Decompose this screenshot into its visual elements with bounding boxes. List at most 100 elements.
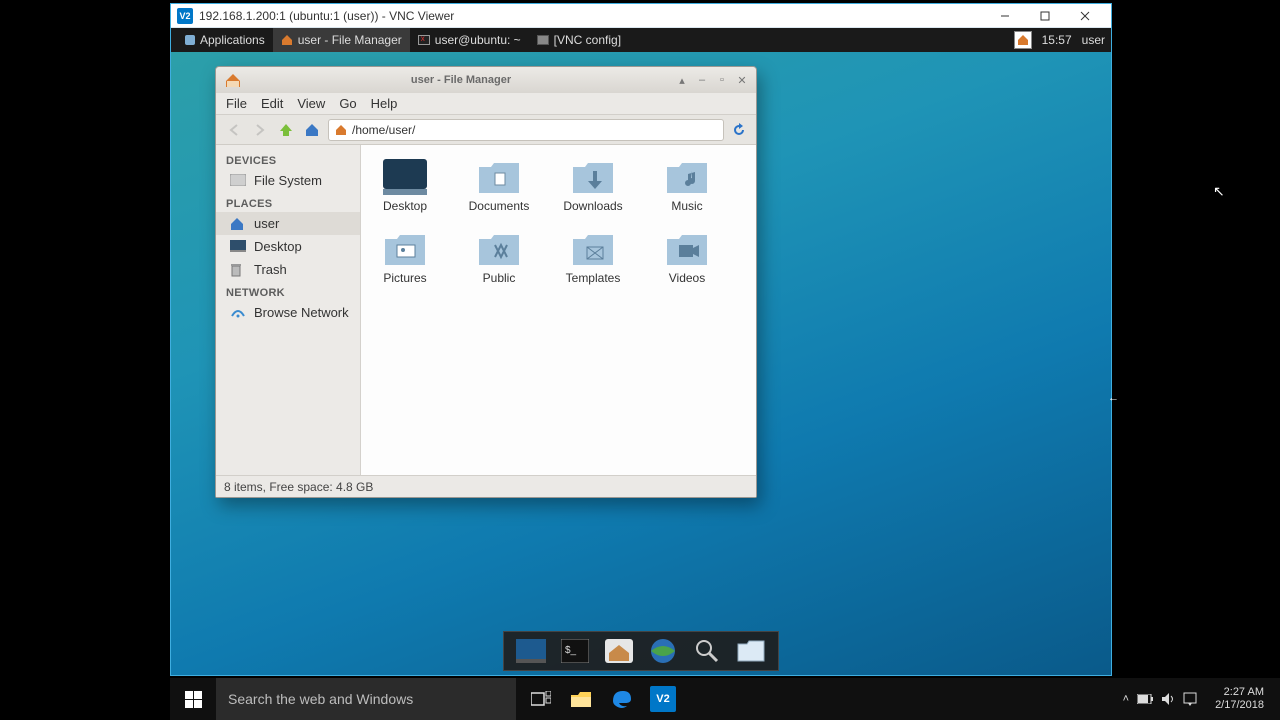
- taskbar-item-terminal[interactable]: user@ubuntu: ~: [410, 28, 529, 52]
- tray-chevron-icon[interactable]: ˄: [1123, 693, 1129, 705]
- taskbar-item-vncconfig[interactable]: [VNC config]: [529, 28, 629, 52]
- sidebar-item-label: File System: [254, 173, 322, 188]
- taskbar-item-label: user - File Manager: [298, 33, 402, 47]
- windows-taskbar: Search the web and Windows V2 ˄ 2:27 AM …: [170, 678, 1280, 720]
- up-button[interactable]: [276, 120, 296, 140]
- sidebar-heading-devices: DEVICES: [216, 149, 360, 169]
- maximize-button[interactable]: [1025, 5, 1065, 27]
- folder-public[interactable]: Public: [465, 231, 533, 285]
- notifications-icon[interactable]: [1183, 692, 1197, 706]
- search-box[interactable]: Search the web and Windows: [216, 678, 516, 720]
- file-manager-content[interactable]: Desktop Documents Downloads Music Pictures Pu…: [361, 145, 756, 475]
- vnc-titlebar[interactable]: V2 192.168.1.200:1 (ubuntu:1 (user)) - V…: [171, 4, 1111, 28]
- folder-label: Public: [483, 271, 516, 285]
- refresh-button[interactable]: [730, 121, 748, 139]
- file-manager-titlebar[interactable]: user - File Manager ▴ – ▫ ✕: [216, 67, 756, 93]
- sidebar-item-label: Browse Network: [254, 305, 349, 320]
- maximize-button[interactable]: ▫: [716, 74, 728, 87]
- vnc-viewer-window: V2 192.168.1.200:1 (ubuntu:1 (user)) - V…: [170, 3, 1112, 676]
- task-view-button[interactable]: [530, 688, 552, 710]
- minimize-button[interactable]: [985, 5, 1025, 27]
- sidebar-item-user[interactable]: user: [216, 212, 360, 235]
- start-button[interactable]: [170, 678, 216, 720]
- folder-icon: [477, 231, 521, 267]
- menu-view[interactable]: View: [297, 96, 325, 111]
- address-path: /home/user/: [352, 123, 415, 137]
- sidebar-heading-network: NETWORK: [216, 281, 360, 301]
- close-button[interactable]: [1065, 5, 1105, 27]
- menu-help[interactable]: Help: [371, 96, 398, 111]
- folder-label: Templates: [566, 271, 621, 285]
- folder-music[interactable]: Music: [653, 159, 721, 213]
- folder-icon: [383, 159, 427, 195]
- applications-label: Applications: [200, 33, 265, 47]
- home-icon: [1017, 34, 1029, 46]
- forward-button[interactable]: [250, 120, 270, 140]
- dock-directory[interactable]: [734, 635, 768, 667]
- folder-documents[interactable]: Documents: [465, 159, 533, 213]
- volume-icon[interactable]: [1161, 692, 1175, 706]
- file-manager-menubar: File Edit View Go Help: [216, 93, 756, 115]
- dock-terminal[interactable]: $_: [558, 635, 592, 667]
- file-explorer-button[interactable]: [570, 688, 592, 710]
- sidebar-item-browse-network[interactable]: Browse Network: [216, 301, 360, 324]
- folder-icon: [665, 231, 709, 267]
- keep-above-button[interactable]: ▴: [676, 74, 688, 87]
- folder-icon: [477, 159, 521, 195]
- svg-text:$_: $_: [565, 645, 577, 656]
- close-button[interactable]: ✕: [736, 74, 748, 87]
- folder-pictures[interactable]: Pictures: [371, 231, 439, 285]
- xfce-logo-icon: [185, 35, 195, 45]
- taskbar-item-filemanager[interactable]: user - File Manager: [273, 28, 410, 52]
- cursor-icon: ↖: [1213, 183, 1225, 200]
- menu-file[interactable]: File: [226, 96, 247, 111]
- menu-go[interactable]: Go: [339, 96, 356, 111]
- terminal-icon: [418, 35, 430, 45]
- file-manager-statusbar: 8 items, Free space: 4.8 GB: [216, 475, 756, 497]
- sidebar-item-label: user: [254, 216, 279, 231]
- network-icon: [230, 306, 246, 320]
- vnc-viewer-button[interactable]: V2: [650, 686, 676, 712]
- folder-templates[interactable]: Templates: [559, 231, 627, 285]
- applications-menu[interactable]: Applications: [177, 28, 273, 52]
- vnc-window-title: 192.168.1.200:1 (ubuntu:1 (user)) - VNC …: [199, 9, 985, 23]
- dock-file-manager[interactable]: [602, 635, 636, 667]
- clock-date: 2/17/2018: [1215, 699, 1264, 712]
- show-desktop-button[interactable]: [1014, 31, 1032, 49]
- taskbar-item-label: user@ubuntu: ~: [435, 33, 521, 47]
- search-placeholder: Search the web and Windows: [228, 691, 413, 707]
- dock-web-browser[interactable]: [646, 635, 680, 667]
- battery-icon[interactable]: [1137, 694, 1153, 704]
- sidebar-item-desktop[interactable]: Desktop: [216, 235, 360, 258]
- home-icon: [224, 72, 242, 88]
- folder-videos[interactable]: Videos: [653, 231, 721, 285]
- folder-label: Documents: [469, 199, 530, 213]
- resize-arrow-icon: ←: [1108, 392, 1119, 404]
- sidebar-item-filesystem[interactable]: File System: [216, 169, 360, 192]
- panel-user[interactable]: user: [1082, 33, 1105, 47]
- folder-icon: [571, 159, 615, 195]
- back-button[interactable]: [224, 120, 244, 140]
- windows-logo-icon: [185, 691, 202, 708]
- remote-desktop[interactable]: Applications user - File Manager user@ub…: [171, 28, 1111, 675]
- sidebar-item-trash[interactable]: Trash: [216, 258, 360, 281]
- folder-icon: [571, 231, 615, 267]
- dock-app-finder[interactable]: [690, 635, 724, 667]
- taskbar-clock[interactable]: 2:27 AM 2/17/2018: [1207, 686, 1272, 711]
- drive-icon: [230, 174, 246, 188]
- folder-downloads[interactable]: Downloads: [559, 159, 627, 213]
- folder-icon: [383, 231, 427, 267]
- system-tray[interactable]: ˄: [1123, 692, 1197, 706]
- minimize-button[interactable]: –: [696, 74, 708, 87]
- sidebar-heading-places: PLACES: [216, 192, 360, 212]
- file-manager-title: user - File Manager: [246, 74, 676, 86]
- home-button[interactable]: [302, 120, 322, 140]
- folder-desktop[interactable]: Desktop: [371, 159, 439, 213]
- edge-browser-button[interactable]: [610, 688, 632, 710]
- menu-edit[interactable]: Edit: [261, 96, 283, 111]
- file-manager-toolbar: /home/user/: [216, 115, 756, 145]
- address-bar[interactable]: /home/user/: [328, 119, 724, 141]
- file-manager-window: user - File Manager ▴ – ▫ ✕ File Edit Vi…: [215, 66, 757, 498]
- home-icon: [335, 124, 347, 136]
- dock-show-desktop[interactable]: [514, 635, 548, 667]
